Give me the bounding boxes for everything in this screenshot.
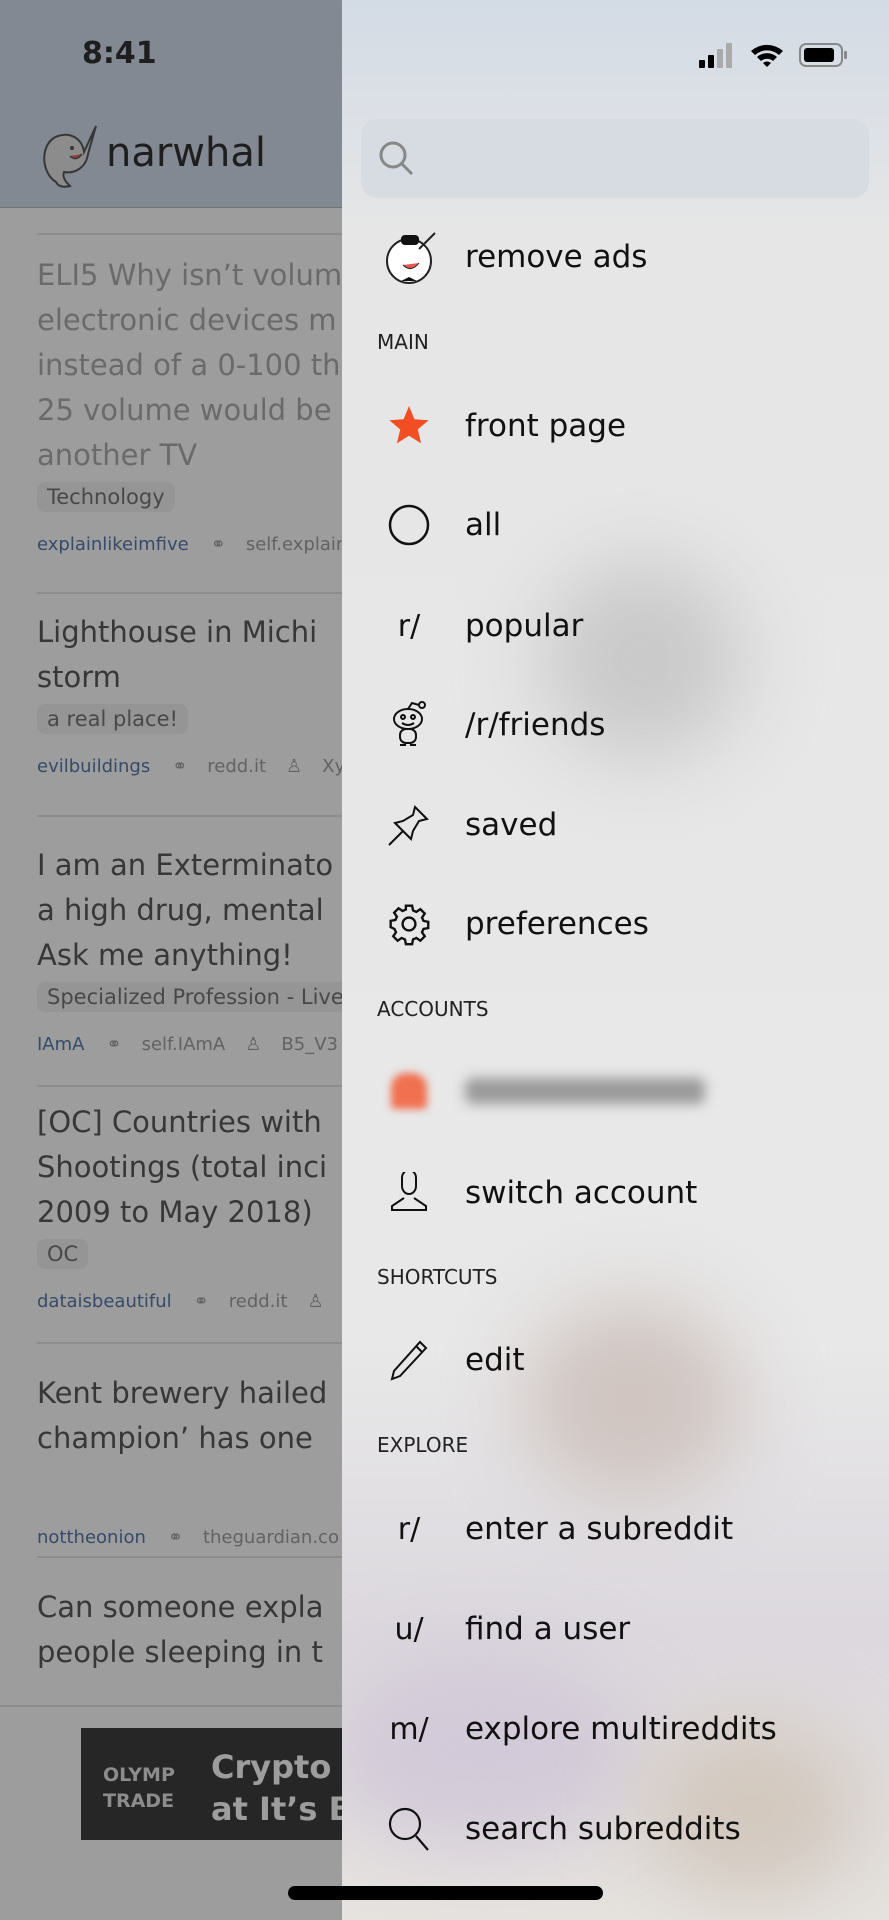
menu-label: popular bbox=[465, 608, 584, 644]
menu-item-preferences[interactable]: preferences bbox=[342, 889, 889, 959]
status-icons bbox=[699, 42, 849, 68]
menu-item-all[interactable]: all bbox=[342, 490, 889, 560]
menu-label: all bbox=[465, 507, 502, 543]
menu-label: remove ads bbox=[465, 239, 648, 275]
menu-label: search subreddits bbox=[465, 1811, 741, 1847]
search-input[interactable] bbox=[361, 119, 869, 198]
user-icon bbox=[391, 1172, 427, 1211]
cellular-signal-icon bbox=[699, 43, 732, 68]
reddit-alien-icon bbox=[393, 701, 426, 746]
menu-label: enter a subreddit bbox=[465, 1511, 734, 1547]
account-username-blurred bbox=[465, 1078, 705, 1104]
menu-label: preferences bbox=[465, 906, 649, 942]
menu-item-search-subreddits[interactable]: search subreddits bbox=[342, 1794, 889, 1864]
narwhal-mascot-icon bbox=[386, 232, 436, 284]
gear-icon bbox=[389, 904, 430, 946]
pencil-icon bbox=[390, 1340, 428, 1381]
menu-label: explore multireddits bbox=[465, 1711, 777, 1747]
menu-label: front page bbox=[465, 408, 627, 444]
account-avatar-icon bbox=[391, 1073, 427, 1109]
menu-item-explore-multireddits[interactable]: m/ explore multireddits bbox=[342, 1694, 889, 1764]
section-header-shortcuts: SHORTCUTS bbox=[377, 1265, 498, 1289]
pin-icon bbox=[388, 805, 429, 846]
subreddit-prefix-icon: r/ bbox=[397, 1511, 421, 1547]
menu-item-front-page[interactable]: front page bbox=[342, 391, 889, 461]
home-indicator[interactable] bbox=[288, 1886, 603, 1900]
menu-item-friends[interactable]: /r/friends bbox=[342, 690, 889, 760]
star-icon bbox=[389, 406, 429, 444]
menu-label: find a user bbox=[465, 1611, 631, 1647]
menu-item-find-user[interactable]: u/ find a user bbox=[342, 1594, 889, 1664]
menu-item-enter-subreddit[interactable]: r/ enter a subreddit bbox=[342, 1494, 889, 1564]
menu-label: switch account bbox=[465, 1175, 698, 1211]
menu-item-switch-account[interactable]: switch account bbox=[342, 1158, 889, 1228]
menu-label: saved bbox=[465, 807, 558, 843]
section-header-accounts: ACCOUNTS bbox=[377, 997, 489, 1021]
menu-label: edit bbox=[465, 1342, 525, 1378]
remove-ads-item[interactable]: remove ads bbox=[342, 222, 889, 292]
multireddit-prefix-icon: m/ bbox=[389, 1711, 429, 1747]
menu-item-account[interactable] bbox=[342, 1056, 889, 1126]
menu-item-popular[interactable]: r/ popular bbox=[342, 591, 889, 661]
drawer-scrim[interactable] bbox=[0, 0, 342, 1920]
menu-item-saved[interactable]: saved bbox=[342, 790, 889, 860]
search-icon bbox=[379, 141, 414, 176]
search-icon bbox=[388, 1807, 429, 1851]
section-header-explore: EXPLORE bbox=[377, 1433, 469, 1457]
menu-label: /r/friends bbox=[465, 707, 606, 743]
subreddit-prefix-icon: r/ bbox=[397, 608, 421, 644]
menu-item-edit[interactable]: edit bbox=[342, 1325, 889, 1395]
section-header-main: MAIN bbox=[377, 330, 429, 354]
battery-icon bbox=[799, 43, 847, 67]
user-prefix-icon: u/ bbox=[394, 1611, 424, 1647]
side-menu: remove ads MAIN front page all r/ popula… bbox=[342, 0, 889, 1920]
wifi-icon bbox=[751, 44, 783, 67]
circle-icon bbox=[388, 504, 430, 546]
